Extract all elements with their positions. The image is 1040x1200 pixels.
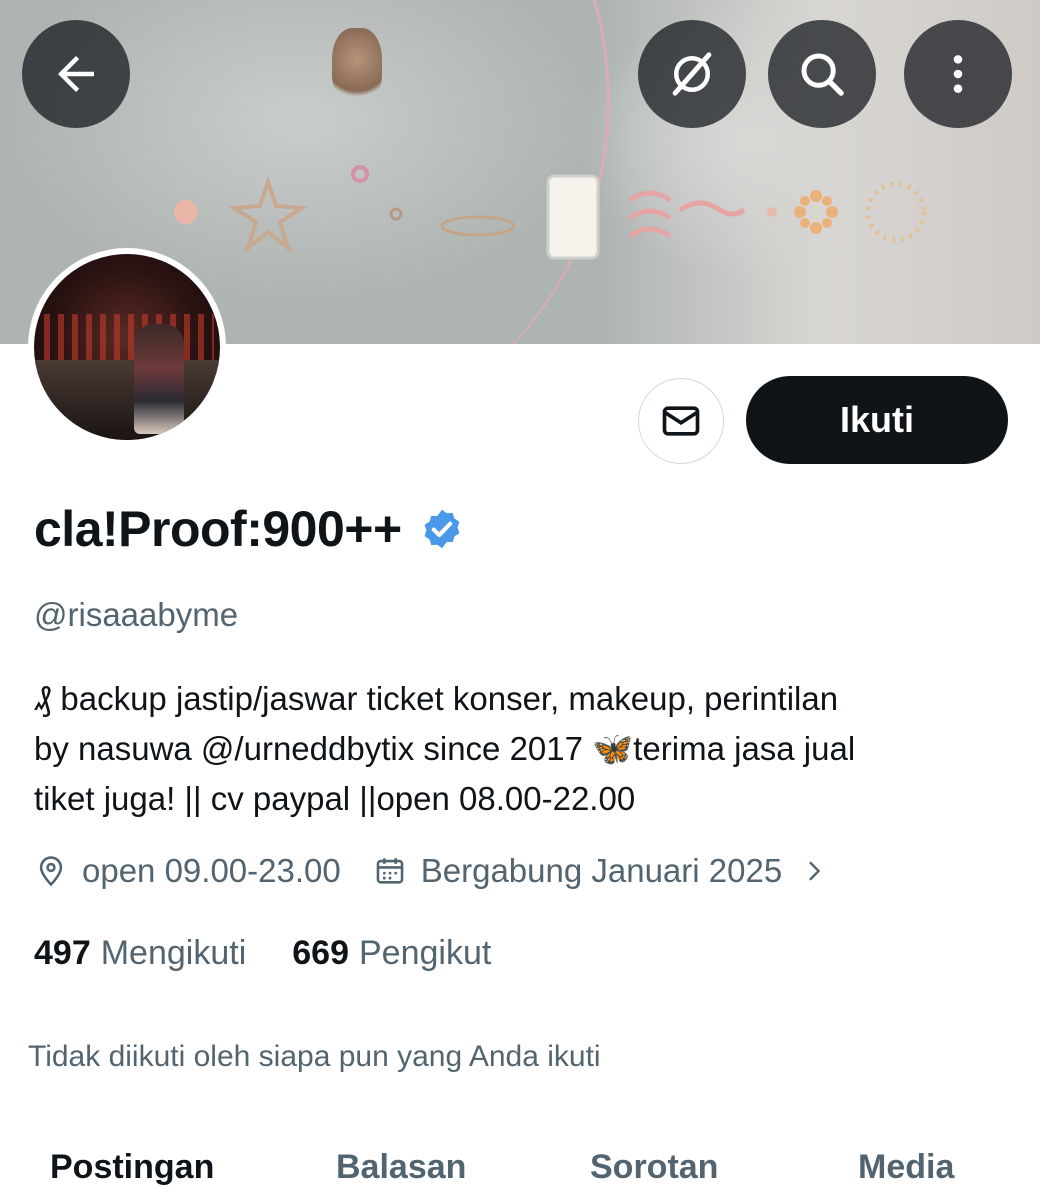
handle: @risaaabyme	[34, 596, 239, 633]
follow-stats: 497 Mengikuti 669 Pengikut	[34, 934, 537, 973]
grok-icon	[672, 52, 712, 96]
followers-count: 669	[292, 934, 349, 972]
location: open 09.00-23.00	[34, 852, 341, 890]
bio-line: ₰ backup jastip/jaswar ticket konser, ma…	[34, 680, 839, 717]
bio: ₰ backup jastip/jaswar ticket konser, ma…	[34, 674, 1014, 824]
tab-media[interactable]: Media	[858, 1148, 954, 1187]
mail-icon	[662, 406, 700, 436]
verified-badge-icon[interactable]	[420, 507, 464, 551]
more-vertical-icon	[953, 55, 963, 93]
following-label: Mengikuti	[100, 934, 247, 972]
arrow-left-icon	[58, 56, 94, 92]
calendar-icon	[376, 858, 404, 884]
joined-text: Bergabung Januari 2025	[420, 852, 783, 889]
tab-balasan[interactable]: Balasan	[336, 1148, 466, 1187]
avatar[interactable]	[28, 248, 226, 446]
tab-postingan[interactable]: Postingan	[50, 1148, 214, 1187]
back-button[interactable]	[22, 20, 130, 128]
search-button[interactable]	[768, 20, 876, 128]
display-name-text: cla!Proof:900++	[34, 501, 402, 557]
banner-blob	[332, 28, 382, 106]
bio-line: tiket juga! || cv paypal ||open 08.00-22…	[34, 780, 636, 817]
profile-tabs: Postingan Balasan Sorotan Media	[0, 1140, 1040, 1200]
search-icon	[801, 53, 844, 96]
grok-button[interactable]	[638, 20, 746, 128]
following-count: 497	[34, 934, 91, 972]
message-button[interactable]	[638, 378, 724, 464]
location-text: open 09.00-23.00	[82, 852, 341, 889]
banner-decorations	[174, 165, 927, 260]
joined-date[interactable]: Bergabung Januari 2025	[373, 852, 828, 890]
avatar-crowd	[34, 360, 220, 440]
profile-meta: open 09.00-23.00 Bergabung Januari 2025	[34, 852, 828, 890]
followers-label: Pengikut	[358, 934, 492, 972]
following-link[interactable]: 497 Mengikuti	[34, 934, 246, 973]
bio-line: by nasuwa @/urneddbytix since 2017 🦋teri…	[34, 730, 856, 767]
follow-button[interactable]: Ikuti	[746, 376, 1008, 464]
display-name: cla!Proof:900++	[34, 500, 464, 558]
followed-by-note: Tidak diikuti oleh siapa pun yang Anda i…	[28, 1040, 601, 1073]
chevron-right-icon	[809, 861, 821, 881]
followers-link[interactable]: 669 Pengikut	[292, 934, 491, 973]
avatar-stage-lights	[44, 314, 214, 364]
location-pin-icon	[39, 856, 63, 887]
avatar-person	[134, 324, 184, 434]
more-button[interactable]	[904, 20, 1012, 128]
tab-sorotan[interactable]: Sorotan	[590, 1148, 718, 1187]
